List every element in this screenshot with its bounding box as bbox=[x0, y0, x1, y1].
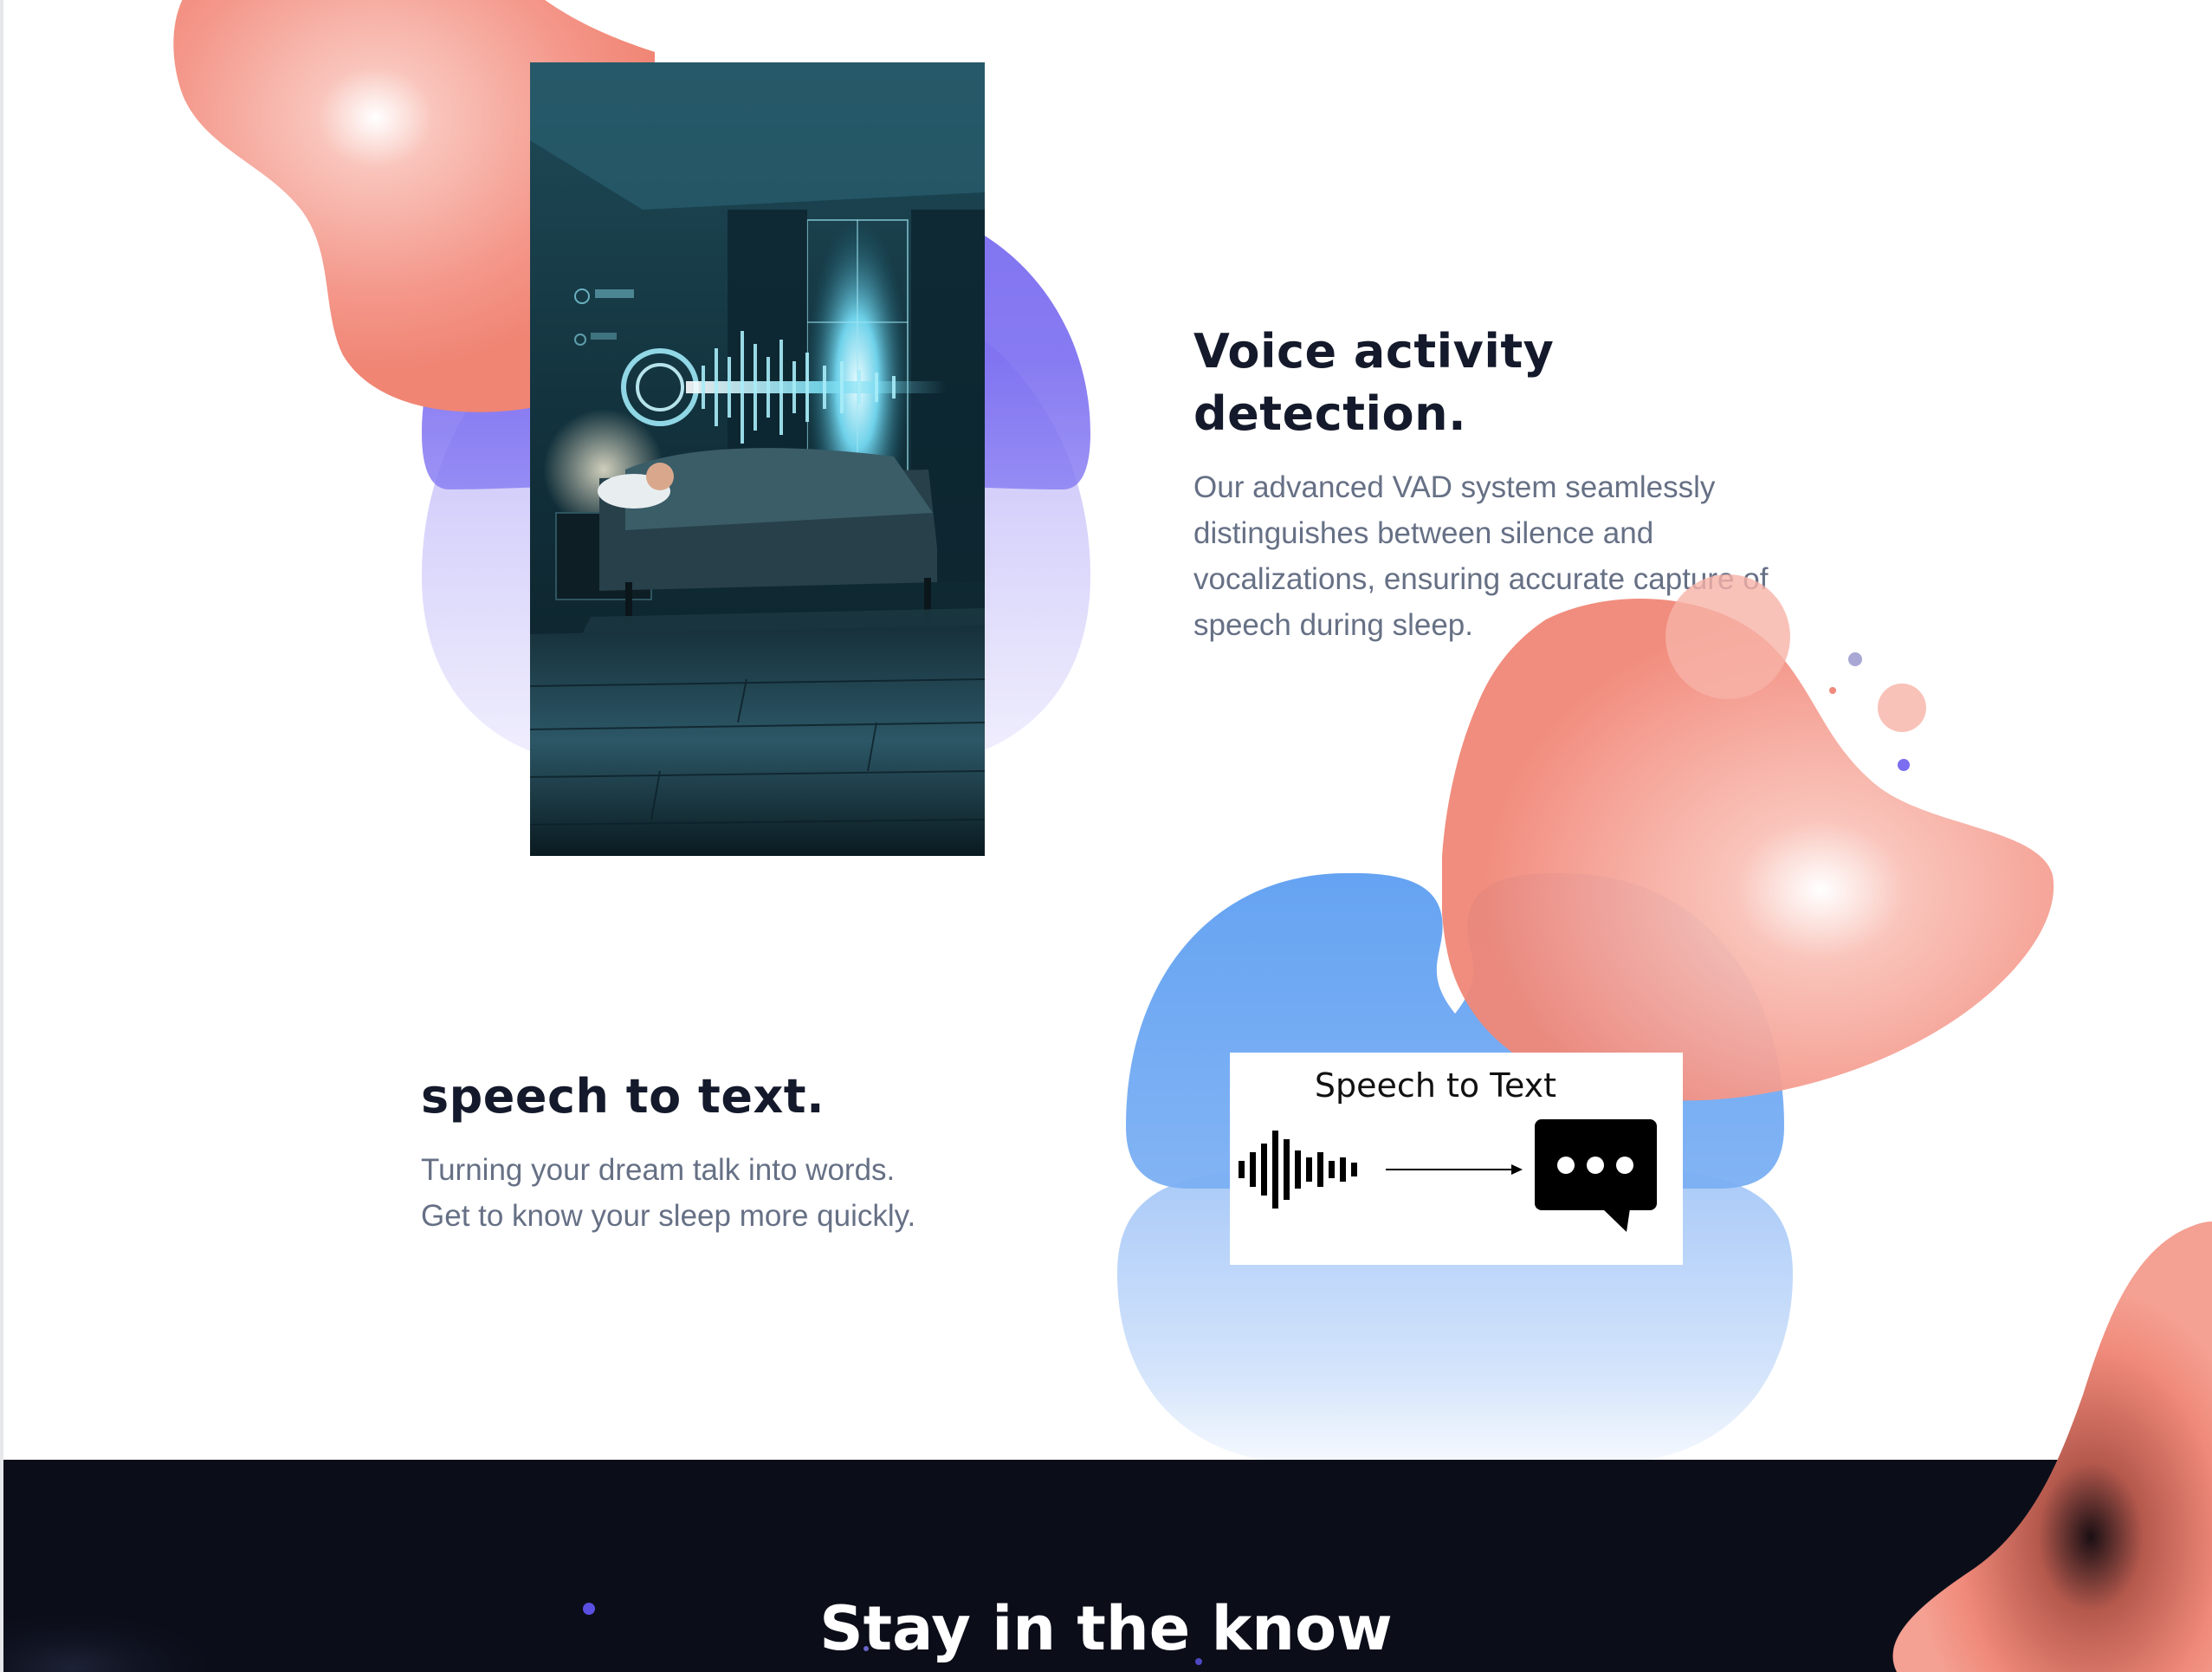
sound-wave-icon bbox=[1239, 1131, 1357, 1209]
arrow-right-icon bbox=[1386, 1164, 1523, 1175]
speech-to-text-description: Turning your dream talk into words. Get … bbox=[421, 1147, 1045, 1239]
vad-description-line: Our advanced VAD system seamlessly bbox=[1193, 470, 1716, 504]
decorative-dots bbox=[1829, 652, 1926, 771]
vad-description-line: distinguishes between silence and bbox=[1193, 516, 1654, 550]
newsletter-heading: Stay in the know bbox=[819, 1593, 1393, 1664]
speech-to-text-card-title: Speech to Text bbox=[1314, 1066, 1557, 1105]
speech-to-text-card: Speech to Text bbox=[1230, 1053, 1683, 1265]
speech-to-text-feature-block: speech to text. Turning your dream talk … bbox=[421, 1066, 1045, 1239]
page: Voice activity detection. Our advanced V… bbox=[0, 0, 2212, 1672]
speech-to-text-description-line: Get to know your sleep more quickly. bbox=[421, 1199, 916, 1233]
speech-to-text-heading: speech to text. bbox=[421, 1069, 825, 1124]
coral-blob-decoration bbox=[1442, 574, 2054, 1101]
chat-bubble-ellipsis-icon bbox=[1535, 1119, 1657, 1232]
bedroom-illustration bbox=[530, 62, 985, 856]
page-edge-divider bbox=[0, 0, 3, 1672]
vad-heading: Voice activity detection. bbox=[1193, 324, 1555, 441]
vad-bedroom-photo bbox=[530, 62, 985, 856]
speech-to-text-description-line: Turning your dream talk into words. bbox=[421, 1153, 896, 1187]
